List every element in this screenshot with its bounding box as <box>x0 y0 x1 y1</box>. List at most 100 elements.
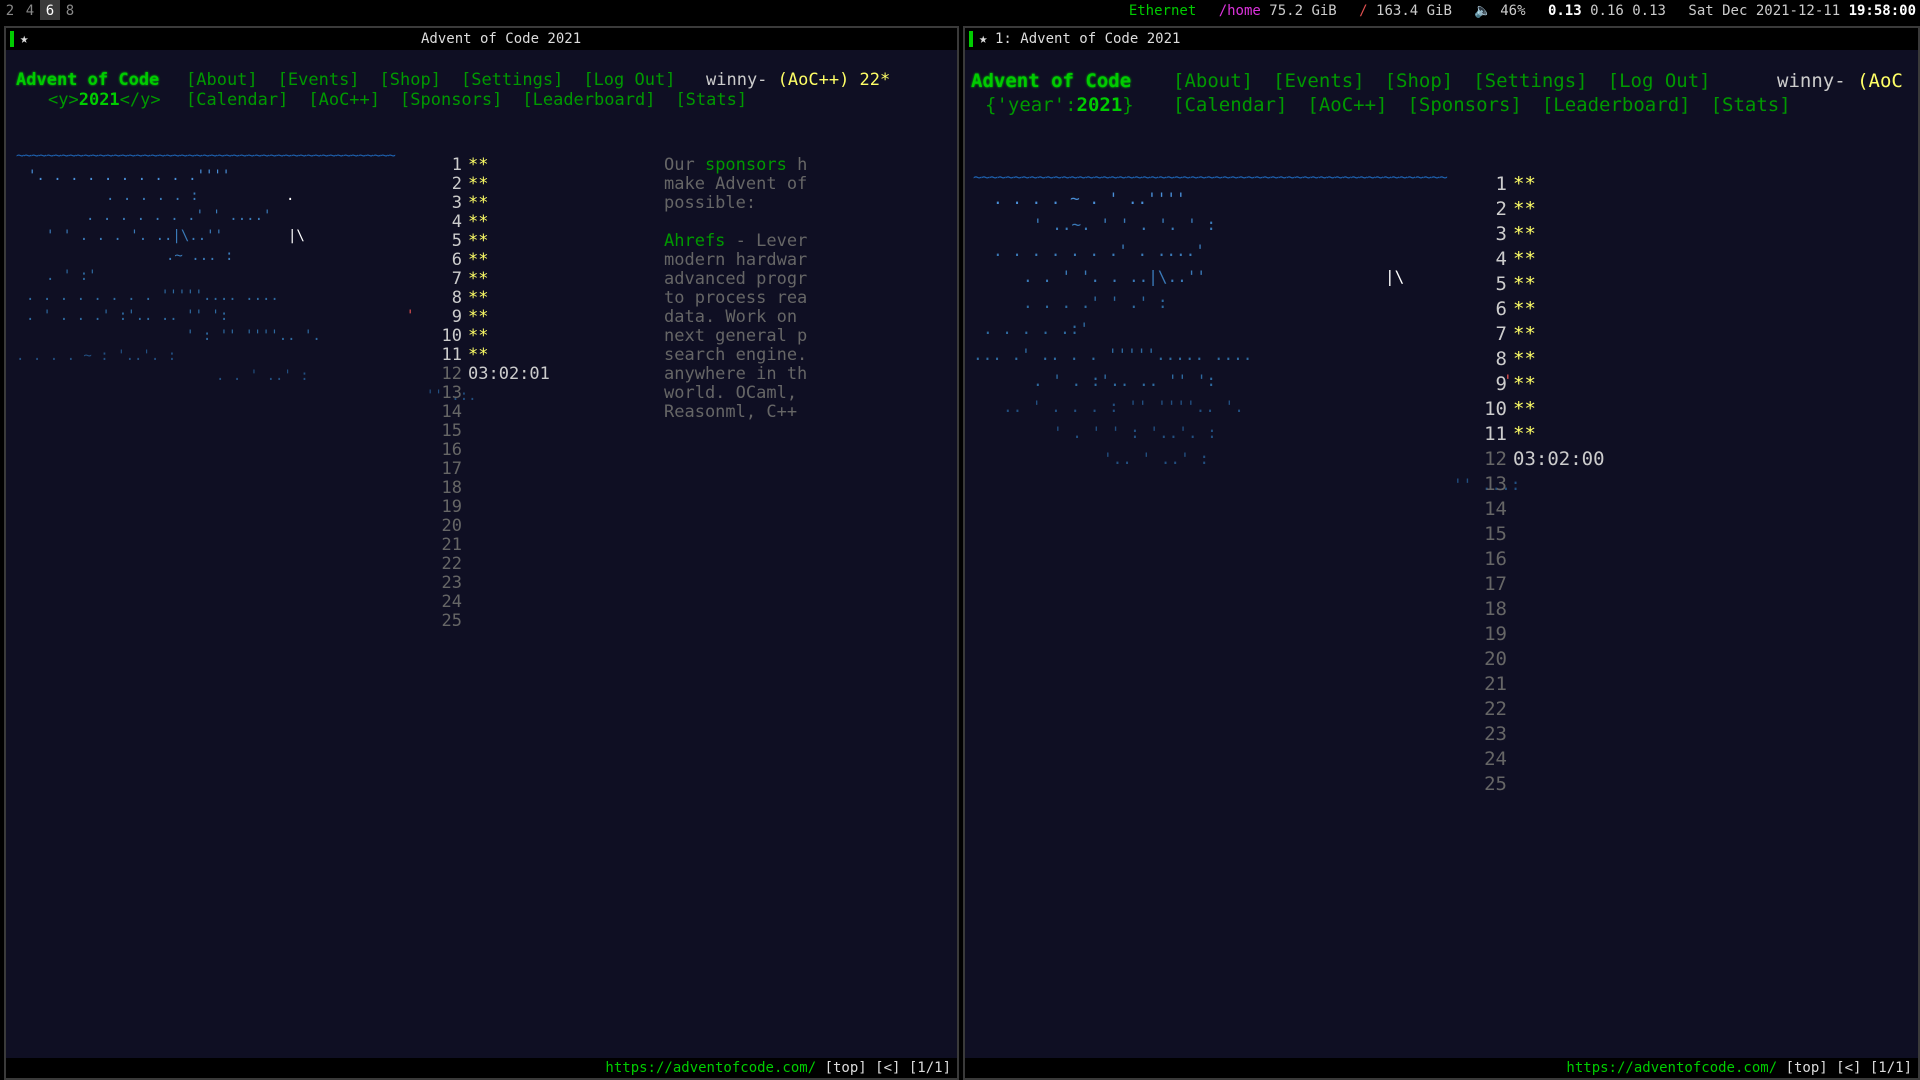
nav-calendar[interactable]: [Calendar] <box>1173 94 1287 116</box>
calendar-day-12[interactable]: 12 03:02:00 <box>1481 447 1604 472</box>
day-number: 12 <box>441 364 462 384</box>
window-titlebar: ★ Advent of Code 2021 <box>6 28 957 50</box>
calendar-day-10[interactable]: 10 ** <box>438 327 550 346</box>
calendar-day-5[interactable]: 5 ** <box>1481 272 1605 297</box>
calendar-day-22[interactable]: 22 <box>438 555 550 574</box>
calendar-day-1[interactable]: 1 ** <box>438 156 550 175</box>
calendar-day-19[interactable]: 19 <box>1481 622 1605 647</box>
nav-leaderboard[interactable]: [Leaderboard] <box>522 90 655 110</box>
calendar-day-7[interactable]: 7 ** <box>1481 322 1605 347</box>
calendar-day-1[interactable]: 1 ** <box>1481 172 1605 197</box>
nav-calendar[interactable]: [Calendar] <box>186 90 288 110</box>
workspace-2[interactable]: 2 <box>0 0 20 20</box>
workspace-4[interactable]: 4 <box>20 0 40 20</box>
calendar-day-7[interactable]: 7 ** <box>438 270 550 289</box>
calendar-day-5[interactable]: 5 ** <box>438 232 550 251</box>
calendar-day-11[interactable]: 11 ** <box>438 346 550 365</box>
calendar-day-3[interactable]: 3 ** <box>438 194 550 213</box>
calendar-day-23[interactable]: 23 <box>438 574 550 593</box>
nav-events[interactable]: [Events] <box>278 70 360 90</box>
browser-window-right[interactable]: ★ 1: Advent of Code 2021 Advent of Code … <box>963 26 1920 1080</box>
calendar-day-16[interactable]: 16 <box>438 441 550 460</box>
site-title[interactable]: Advent of Code <box>16 70 159 90</box>
calendar-day-12[interactable]: 12 03:02:01 <box>438 365 550 384</box>
svg-text:. . . . ~: . . . . ~ . ' ..'''' <box>993 190 1186 208</box>
workspace-6[interactable]: 6 <box>40 0 60 20</box>
calendar-day-8[interactable]: 8 ** <box>438 289 550 308</box>
nav-logout[interactable]: [Log Out] <box>1608 70 1711 92</box>
clock: Sat Dec 2021-12-11 19:58:00 <box>1688 3 1916 19</box>
calendar-day-21[interactable]: 21 <box>438 536 550 555</box>
day-number: 5 <box>451 231 462 251</box>
nav-shop[interactable]: [Shop] <box>380 70 441 90</box>
star-icon: ★ <box>979 31 988 47</box>
day-stars: ** <box>468 269 489 289</box>
calendar-day-6[interactable]: 6 ** <box>1481 297 1605 322</box>
nav-settings[interactable]: [Settings] <box>1473 70 1587 92</box>
calendar-day-15[interactable]: 15 <box>438 422 550 441</box>
nav-sponsors[interactable]: [Sponsors] <box>1407 94 1521 116</box>
calendar-day-17[interactable]: 17 <box>438 460 550 479</box>
workspace-8[interactable]: 8 <box>60 0 80 20</box>
calendar-day-24[interactable]: 24 <box>1481 747 1605 772</box>
browser-window-left[interactable]: ★ Advent of Code 2021 Advent of Code <y>… <box>4 26 959 1080</box>
calendar-day-9[interactable]: 9 ** <box>1481 372 1605 397</box>
calendar-day-19[interactable]: 19 <box>438 498 550 517</box>
calendar-day-20[interactable]: 20 <box>1481 647 1605 672</box>
calendar-day-3[interactable]: 3 ** <box>1481 222 1605 247</box>
calendar-day-14[interactable]: 14 <box>1481 497 1605 522</box>
calendar-day-9[interactable]: 9 ** <box>438 308 550 327</box>
day-number: 10 <box>441 326 462 346</box>
calendar-day-13[interactable]: 13 <box>438 384 550 403</box>
calendar-day-24[interactable]: 24 <box>438 593 550 612</box>
calendar-day-23[interactable]: 23 <box>1481 722 1605 747</box>
calendar-day-16[interactable]: 16 <box>1481 547 1605 572</box>
calendar-day-25[interactable]: 25 <box>1481 772 1605 797</box>
calendar-day-18[interactable]: 18 <box>1481 597 1605 622</box>
svg-text:. . . . . .: . . . . . . .' . ....' <box>993 241 1205 260</box>
sponsors-link[interactable]: sponsors <box>705 155 787 175</box>
nav-events[interactable]: [Events] <box>1273 70 1365 92</box>
volume: 🔈 46% <box>1474 3 1526 19</box>
nav-aocpp[interactable]: [AoC++] <box>1307 94 1387 116</box>
calendar-day-20[interactable]: 20 <box>438 517 550 536</box>
sponsor-line: to process rea <box>664 288 808 308</box>
calendar-day-13[interactable]: 13 <box>1481 472 1605 497</box>
calendar-day-2[interactable]: 2 ** <box>438 175 550 194</box>
calendar-day-4[interactable]: 4 ** <box>438 213 550 232</box>
year-link[interactable]: <y>2021</y> <box>48 90 161 110</box>
site-title[interactable]: Advent of Code <box>971 70 1131 92</box>
year-link[interactable]: {'year':2021} <box>985 94 1134 116</box>
nav-sponsors[interactable]: [Sponsors] <box>400 90 502 110</box>
nav-about[interactable]: [About] <box>186 70 258 90</box>
calendar-day-15[interactable]: 15 <box>1481 522 1605 547</box>
ahrefs-link[interactable]: Ahrefs <box>664 231 725 251</box>
day-stars: ** <box>468 174 489 194</box>
day-stars: ** <box>468 212 489 232</box>
calendar-day-8[interactable]: 8 ** <box>1481 347 1605 372</box>
calendar-day-22[interactable]: 22 <box>1481 697 1605 722</box>
user-info: winny- (AoC++) 22* <box>706 70 891 90</box>
day-number: 1 <box>451 155 462 175</box>
calendar-day-25[interactable]: 25 <box>438 612 550 631</box>
calendar-day-4[interactable]: 4 ** <box>1481 247 1605 272</box>
calendar-day-18[interactable]: 18 <box>438 479 550 498</box>
calendar-day-10[interactable]: 10 ** <box>1481 397 1605 422</box>
calendar-day-14[interactable]: 14 <box>438 403 550 422</box>
nav-shop[interactable]: [Shop] <box>1385 70 1454 92</box>
calendar-day-17[interactable]: 17 <box>1481 572 1605 597</box>
nav-stats[interactable]: [Stats] <box>1711 94 1791 116</box>
calendar-day-2[interactable]: 2 ** <box>1481 197 1605 222</box>
browser-statusline: https://adventofcode.com/ [top] [<] [1/1… <box>965 1058 1918 1078</box>
nav-settings[interactable]: [Settings] <box>461 70 563 90</box>
nav-aocpp[interactable]: [AoC++] <box>308 90 380 110</box>
nav-stats[interactable]: [Stats] <box>675 90 747 110</box>
calendar-day-11[interactable]: 11 ** <box>1481 422 1605 447</box>
nav-logout[interactable]: [Log Out] <box>583 70 675 90</box>
disk-home: /home 75.2 GiB <box>1218 3 1337 19</box>
nav-leaderboard[interactable]: [Leaderboard] <box>1542 94 1691 116</box>
calendar-day-6[interactable]: 6 ** <box>438 251 550 270</box>
nav-about[interactable]: [About] <box>1173 70 1253 92</box>
day-stars: ** <box>468 345 489 365</box>
calendar-day-21[interactable]: 21 <box>1481 672 1605 697</box>
